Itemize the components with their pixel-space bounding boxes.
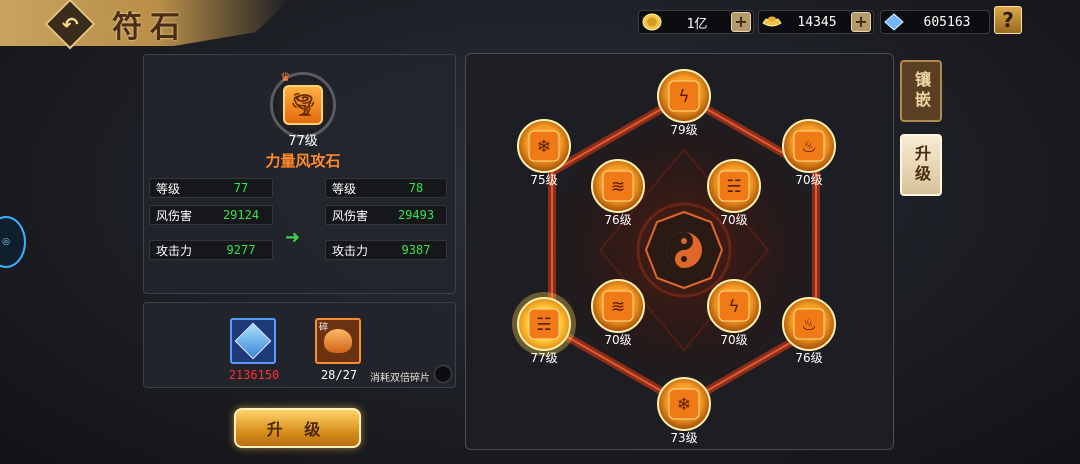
stat-label: 风伤害 [156, 208, 193, 223]
stat-value: 29124 [222, 208, 260, 222]
rune-node-level: 70级 [720, 213, 747, 227]
coin-resource: 1亿 + [638, 10, 754, 34]
gold-ingot-icon [762, 16, 782, 27]
upgrade-button[interactable]: 升 级 [234, 408, 361, 448]
fragment-tag: 碎 [319, 323, 329, 333]
current-level-stat: 等级 77 [149, 178, 273, 198]
stat-label: 攻击力 [332, 243, 369, 258]
page-title: 符石 [112, 10, 188, 45]
coin-value: 1亿 [686, 16, 708, 32]
stat-value: 29493 [397, 208, 435, 222]
diamond-resource: 605163 [880, 10, 990, 34]
rune-node-level: 70级 [795, 173, 822, 187]
stat-value: 9277 [226, 243, 256, 257]
current-wind-damage-stat: 风伤害 29124 [149, 205, 273, 225]
rune-node-level: 70级 [604, 333, 631, 347]
rune-node-level: 70级 [720, 333, 747, 347]
tornado-icon: ☵ [536, 315, 551, 335]
claw-icon: ≋ [611, 177, 625, 197]
stat-label: 等级 [332, 181, 357, 196]
stat-label: 攻击力 [156, 243, 193, 258]
crown-icon: ♛ [280, 70, 291, 84]
crystal-count: 2136150 [228, 368, 280, 382]
coin-icon [642, 13, 662, 31]
fragment-count: 28/27 [320, 368, 358, 382]
diamond-icon [884, 13, 904, 31]
help-button[interactable]: ? [994, 6, 1022, 34]
double-fragment-checkbox[interactable] [434, 365, 452, 383]
double-fragment-label: 消耗双倍碎片 [370, 373, 430, 384]
upgrade-crystal-item[interactable] [230, 318, 276, 364]
ingot-value: 14345 [797, 14, 837, 30]
rune-node-10[interactable]: ❄ 73级 [657, 377, 711, 445]
fire-icon: ♨ [801, 137, 816, 157]
next-wind-damage-stat: 风伤害 29493 [325, 205, 447, 225]
top-bar: ↶ 符石 1亿 + 14345 + 605163 ? [0, 0, 1080, 50]
crystal-icon [234, 322, 272, 360]
rune-node-level: 73级 [670, 431, 697, 445]
next-attack-stat: 攻击力 9387 [325, 240, 447, 260]
stone-fragment-item[interactable]: 碎 [315, 318, 361, 364]
fragment-icon [324, 329, 352, 353]
diamond-value: 605163 [923, 14, 971, 30]
rune-node-level: 79级 [670, 123, 697, 137]
stat-label: 风伤害 [332, 208, 369, 223]
ingot-resource: 14345 + [758, 10, 874, 34]
rune-board: ϟ 79级 ❄ 75级 ♨ 70级 ≋ 76级 ☵ 70级 ☵ 77级 ≋ 70级 ϟ 70级 ♨ 76级 ❄ 73级 [465, 53, 894, 450]
stone-name: 力量风攻石 [265, 152, 341, 170]
snowflake-icon: ❄ [677, 395, 691, 415]
stat-value: 77 [233, 181, 249, 195]
rune-node-level: 76级 [604, 213, 631, 227]
tornado-icon: ☵ [726, 177, 741, 197]
stat-value: 78 [408, 181, 424, 195]
rune-node-level: 75级 [530, 173, 557, 187]
tab-upgrade[interactable]: 升级 [900, 134, 942, 196]
add-ingot-button[interactable]: + [851, 12, 871, 32]
claw-icon: ≋ [611, 297, 625, 317]
snowflake-icon: ❄ [537, 137, 551, 157]
rune-node-level: 77级 [530, 351, 557, 365]
fire-icon: ♨ [801, 315, 816, 335]
add-coin-button[interactable]: + [731, 12, 751, 32]
current-attack-stat: 攻击力 9277 [149, 240, 273, 260]
tab-inlay[interactable]: 镶嵌 [900, 60, 942, 122]
arrow-right-icon: ➜ [285, 227, 301, 248]
rune-node-level: 76级 [795, 351, 822, 365]
rune-board-graphic: ϟ 79级 ❄ 75级 ♨ 70级 ≋ 76级 ☵ 70级 ☵ 77级 ≋ 70级 ϟ 70级 ♨ 76级 ❄ 73级 [512, 69, 844, 445]
back-arrow-icon: ↶ [61, 11, 79, 36]
stat-value: 9387 [401, 243, 431, 257]
stone-level: 77级 [288, 134, 318, 149]
stat-label: 等级 [156, 181, 181, 196]
next-level-stat: 等级 78 [325, 178, 447, 198]
lightning-icon: ϟ [728, 297, 739, 317]
tornado-icon: 🌪 [283, 85, 323, 125]
lightning-icon: ϟ [678, 87, 689, 107]
